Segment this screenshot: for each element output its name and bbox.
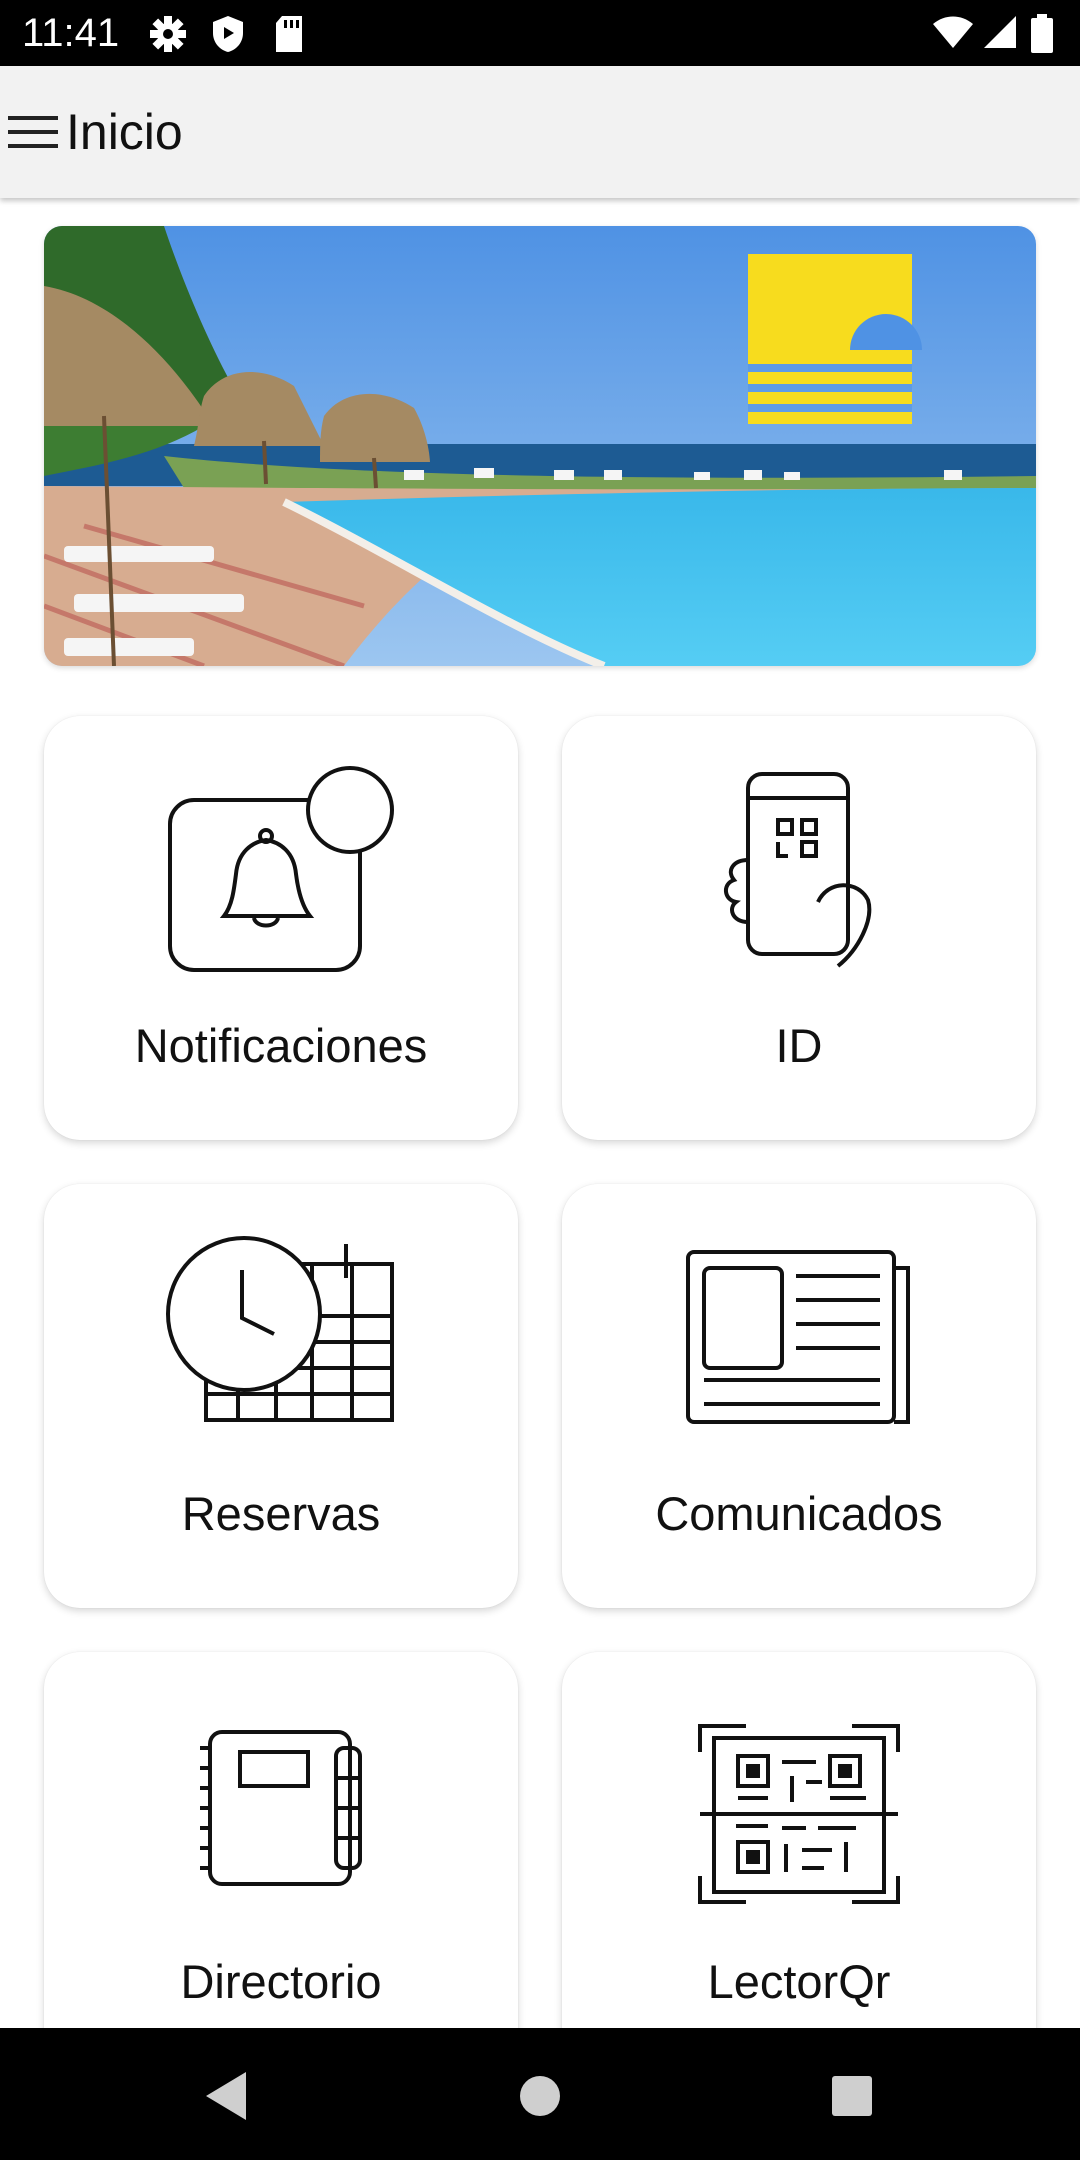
tile-label: Directorio — [180, 1955, 382, 2008]
newspaper-icon — [686, 1250, 910, 1424]
tile-id[interactable]: ID — [562, 716, 1036, 1140]
app-screen: 11:41 Inicio Notificaciones ID Reservas … — [0, 0, 1080, 2160]
phone-qr-id-icon — [724, 772, 872, 968]
clock-calendar-icon — [166, 1236, 394, 1422]
tile-label: Notificaciones — [134, 1019, 428, 1072]
shield-icon — [213, 16, 243, 52]
qr-scanner-icon — [698, 1724, 900, 1904]
resort-logo-icon — [748, 254, 922, 424]
hamburger-menu-icon[interactable] — [6, 108, 60, 156]
tile-label: Reservas — [181, 1487, 381, 1540]
wifi-icon — [933, 16, 973, 48]
sd-card-icon — [276, 16, 302, 52]
status-time: 11:41 — [22, 11, 120, 55]
tile-label: LectorQr — [707, 1955, 891, 2008]
battery-icon — [1031, 14, 1053, 53]
back-icon[interactable] — [196, 2066, 256, 2126]
tile-comunicados[interactable]: Comunicados — [562, 1184, 1036, 1608]
notification-bell-icon — [168, 766, 394, 972]
gear-icon — [150, 16, 186, 52]
recents-icon[interactable] — [822, 2066, 882, 2126]
status-bar: 11:41 — [0, 0, 1080, 66]
tile-label: ID — [775, 1019, 823, 1072]
page-title: Inicio — [66, 104, 183, 160]
notebook-icon — [200, 1730, 362, 1886]
home-icon[interactable] — [510, 2066, 570, 2126]
resort-pool-scene — [44, 226, 1036, 666]
resort-banner-image — [44, 226, 1036, 666]
tile-label: Comunicados — [655, 1487, 943, 1540]
tile-notificaciones[interactable]: Notificaciones — [44, 716, 518, 1140]
tile-reservas[interactable]: Reservas — [44, 1184, 518, 1608]
system-nav-bar — [0, 2028, 1080, 2160]
signal-icon — [984, 16, 1016, 48]
app-bar: Inicio — [0, 66, 1080, 198]
